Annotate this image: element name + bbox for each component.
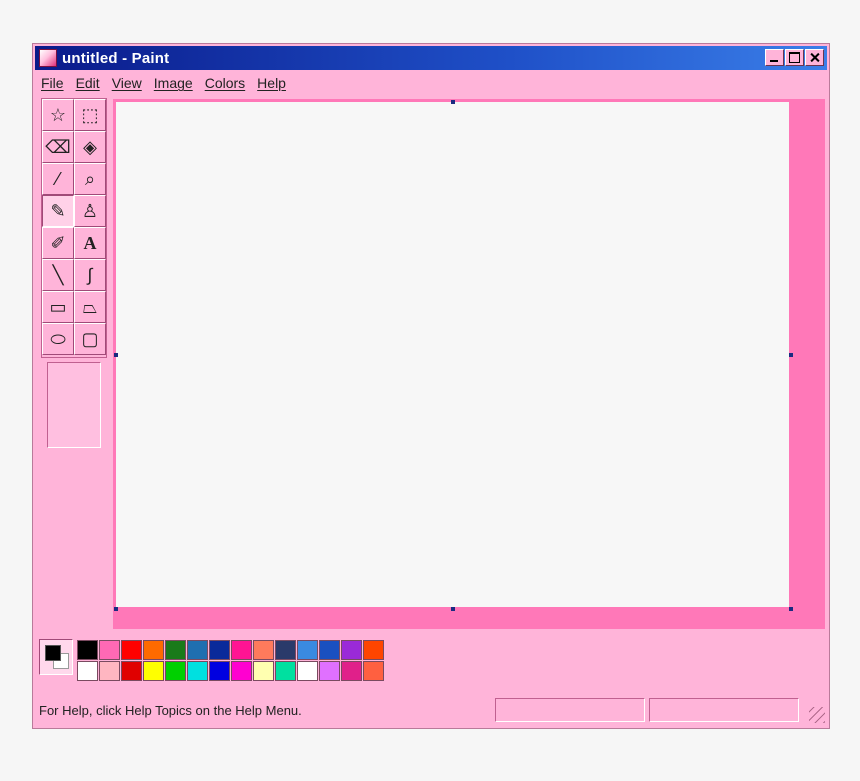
polygon-icon: ⏢	[82, 296, 98, 317]
status-bar: For Help, click Help Topics on the Help …	[35, 695, 827, 725]
menu-colors[interactable]: Colors	[199, 75, 251, 91]
eyedropper-icon: ⁄	[56, 168, 60, 189]
magnifier-icon: ⌕	[84, 168, 96, 189]
palette-swatch[interactable]	[341, 661, 362, 681]
resize-handle-corner[interactable]	[789, 607, 793, 611]
rect-select-icon: ⬚	[81, 104, 99, 125]
close-button[interactable]	[805, 49, 824, 66]
palette-swatch[interactable]	[165, 640, 186, 660]
resize-handle-bottom[interactable]	[451, 607, 455, 611]
toolbox: ☆ ⬚ ⌫ ◈ ⁄ ⌕ ✎ ♙ ✐ A ╲ ∫ ▭ ⏢ ⬭ ▢	[41, 98, 107, 358]
foreground-color	[45, 645, 61, 661]
palette-swatch[interactable]	[187, 640, 208, 660]
tool-airbrush[interactable]: ✐	[42, 227, 74, 259]
title-bar[interactable]: untitled - Paint	[35, 46, 827, 70]
menu-view[interactable]: View	[106, 75, 148, 91]
tool-free-form-select[interactable]: ☆	[42, 99, 74, 131]
resize-grip[interactable]	[809, 707, 825, 723]
palette-swatch[interactable]	[77, 661, 98, 681]
free-select-icon: ☆	[49, 104, 67, 125]
palette-swatch[interactable]	[319, 661, 340, 681]
palette-swatch[interactable]	[209, 640, 230, 660]
rounded-rect-icon: ▢	[81, 328, 99, 349]
palette-swatch[interactable]	[297, 661, 318, 681]
palette-swatch[interactable]	[143, 661, 164, 681]
canvas-workspace	[113, 99, 825, 629]
palette-swatch[interactable]	[253, 661, 274, 681]
tool-brush[interactable]: ♙	[74, 195, 106, 227]
menu-help[interactable]: Help	[251, 75, 292, 91]
tool-pick-color[interactable]: ⁄	[42, 163, 74, 195]
status-size-panel	[649, 698, 799, 722]
window-title: untitled - Paint	[62, 49, 170, 67]
palette-swatch[interactable]	[77, 640, 98, 660]
palette-swatch[interactable]	[297, 640, 318, 660]
palette-swatch[interactable]	[363, 640, 384, 660]
palette-swatch[interactable]	[319, 640, 340, 660]
menu-image[interactable]: Image	[148, 75, 199, 91]
tool-select[interactable]: ⬚	[74, 99, 106, 131]
tool-fill-with-color[interactable]: ◈	[74, 131, 106, 163]
tool-curve[interactable]: ∫	[74, 259, 106, 291]
status-coordinates-panel	[495, 698, 645, 722]
palette-swatch[interactable]	[275, 640, 296, 660]
palette-swatch[interactable]	[275, 661, 296, 681]
menu-bar: File Edit View Image Colors Help	[35, 72, 827, 94]
palette-swatch[interactable]	[99, 661, 120, 681]
palette-swatch[interactable]	[253, 640, 274, 660]
ellipse-icon: ⬭	[50, 328, 66, 349]
tool-rectangle[interactable]: ▭	[42, 291, 74, 323]
tool-text[interactable]: A	[74, 227, 106, 259]
tool-ellipse[interactable]: ⬭	[42, 323, 74, 355]
tool-magnifier[interactable]: ⌕	[74, 163, 106, 195]
curve-icon: ∫	[87, 264, 93, 285]
airbrush-icon: ✐	[50, 232, 66, 253]
tool-line[interactable]: ╲	[42, 259, 74, 291]
palette-swatch[interactable]	[121, 661, 142, 681]
palette-swatch[interactable]	[341, 640, 362, 660]
palette-swatch[interactable]	[363, 661, 384, 681]
palette-swatch[interactable]	[231, 640, 252, 660]
paint-bucket-icon: ◈	[83, 136, 97, 157]
tool-eraser[interactable]: ⌫	[42, 131, 74, 163]
menu-file[interactable]: File	[35, 75, 70, 91]
drawing-canvas[interactable]	[116, 102, 789, 607]
rectangle-icon: ▭	[49, 296, 67, 317]
color-palette	[77, 640, 384, 681]
tool-rounded-rectangle[interactable]: ▢	[74, 323, 106, 355]
palette-swatch[interactable]	[231, 661, 252, 681]
palette-swatch[interactable]	[165, 661, 186, 681]
color-box	[35, 635, 827, 687]
maximize-button[interactable]	[785, 49, 804, 66]
resize-handle-top	[451, 100, 455, 104]
palette-swatch[interactable]	[99, 640, 120, 660]
minimize-button[interactable]	[765, 49, 784, 66]
text-icon: A	[83, 232, 97, 253]
pencil-icon: ✎	[50, 200, 66, 221]
brush-icon: ♙	[81, 200, 99, 221]
tool-polygon[interactable]: ⏢	[74, 291, 106, 323]
palette-swatch[interactable]	[187, 661, 208, 681]
resize-handle-bottom-left	[114, 607, 118, 611]
palette-swatch[interactable]	[143, 640, 164, 660]
current-colors	[39, 639, 73, 675]
resize-handle-right[interactable]	[789, 353, 793, 357]
resize-handle-left	[114, 353, 118, 357]
tool-pencil[interactable]: ✎	[42, 195, 74, 227]
menu-edit[interactable]: Edit	[70, 75, 106, 91]
paint-window: untitled - Paint File Edit View Image Co…	[32, 43, 830, 729]
eraser-icon: ⌫	[45, 136, 71, 157]
paint-app-icon[interactable]	[39, 49, 57, 67]
tool-options-box[interactable]	[47, 362, 101, 448]
status-help-text: For Help, click Help Topics on the Help …	[39, 702, 302, 718]
palette-swatch[interactable]	[121, 640, 142, 660]
line-icon: ╲	[52, 264, 64, 285]
palette-swatch[interactable]	[209, 661, 230, 681]
